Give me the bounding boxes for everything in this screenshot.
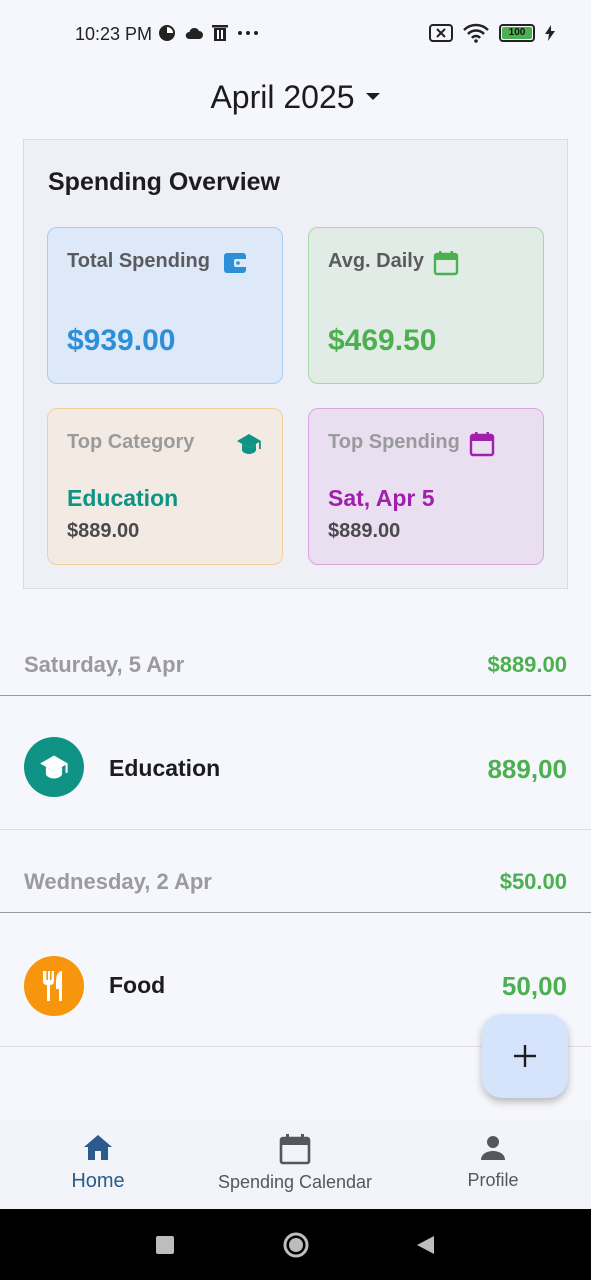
calendar-icon: [279, 1134, 311, 1165]
spending-overview-card: Spending Overview Total Spending $939.00…: [23, 139, 568, 589]
add-icon: [514, 1045, 536, 1067]
home-icon: [84, 1135, 112, 1160]
top-category-label: Top Category: [67, 431, 195, 453]
avg-daily-value: $469.50: [328, 324, 437, 357]
status-icons-right: 100: [429, 23, 555, 43]
transaction-category: Food: [109, 972, 166, 998]
transaction-amount: 50,00: [501, 971, 567, 1001]
nav-spending-calendar[interactable]: Spending Calendar: [206, 1132, 384, 1193]
overview-title: Spending Overview: [48, 168, 281, 196]
bottom-navigation: Home Spending Calendar Profile: [0, 1120, 591, 1209]
top-spending-tile: Top Spending Sat, Apr 5 $889.00: [308, 408, 544, 565]
data-saver-icon: [159, 25, 175, 41]
status-bar: 10:23 PM 100: [0, 0, 591, 66]
dropdown-arrow-icon: [365, 93, 380, 100]
school-icon: [40, 755, 68, 779]
transaction-amount: 889,00: [487, 754, 567, 784]
transaction-row[interactable]: Education 889,00: [0, 697, 591, 830]
nav-spending-calendar-label: Spending Calendar: [217, 1172, 373, 1192]
day-label: Saturday, 5 Apr: [24, 652, 185, 677]
nav-home[interactable]: Home: [50, 1132, 146, 1193]
home-circle-icon[interactable]: [282, 1231, 310, 1259]
total-spending-label: Total Spending: [67, 250, 210, 272]
back-icon[interactable]: [414, 1234, 436, 1256]
wifi-icon: [463, 23, 489, 43]
nav-profile-label: Profile: [467, 1170, 519, 1190]
battery-icon: 100: [499, 24, 535, 42]
calendar-icon: [433, 251, 459, 276]
status-icons-left: [158, 24, 260, 42]
total-spending-value: $939.00: [67, 324, 176, 357]
charging-icon: [545, 25, 555, 41]
top-spending-amount: $889.00: [328, 520, 401, 542]
transaction-category: Education: [109, 755, 221, 781]
more-icon: [238, 31, 258, 35]
wallet-icon: [224, 253, 247, 273]
day-total: $889.00: [487, 652, 567, 677]
nav-profile[interactable]: Profile: [450, 1132, 536, 1191]
avg-daily-tile: Avg. Daily $469.50: [308, 227, 544, 384]
cloud-icon: [185, 27, 203, 39]
system-navigation-bar: [0, 1209, 591, 1280]
day-header: Wednesday, 2 Apr $50.00: [0, 853, 591, 913]
nav-home-label: Home: [71, 1170, 125, 1192]
month-label: April 2025: [210, 78, 355, 115]
add-expense-button[interactable]: [482, 1014, 568, 1098]
top-category-amount: $889.00: [67, 520, 140, 542]
category-avatar: [24, 956, 84, 1016]
day-total: $50.00: [499, 869, 567, 894]
school-icon: [237, 434, 261, 454]
day-header: Saturday, 5 Apr $889.00: [0, 636, 591, 696]
avg-daily-label: Avg. Daily: [328, 250, 424, 272]
total-spending-tile: Total Spending $939.00: [47, 227, 283, 384]
calendar-icon: [469, 432, 495, 457]
status-time: 10:23 PM: [75, 24, 153, 44]
day-label: Wednesday, 2 Apr: [24, 869, 212, 894]
top-spending-date: Sat, Apr 5: [328, 485, 435, 511]
top-category-tile: Top Category Education $889.00: [47, 408, 283, 565]
person-icon: [481, 1136, 505, 1160]
top-category-name: Education: [67, 485, 179, 511]
top-spending-label: Top Spending: [328, 431, 460, 453]
restaurant-icon: [43, 971, 62, 1001]
battery-level: 100: [502, 27, 532, 39]
month-selector[interactable]: April 2025: [0, 74, 591, 120]
category-avatar: [24, 737, 84, 797]
trash-icon: [212, 25, 228, 41]
sim-off-icon: [429, 24, 453, 42]
recents-icon[interactable]: [155, 1235, 175, 1255]
